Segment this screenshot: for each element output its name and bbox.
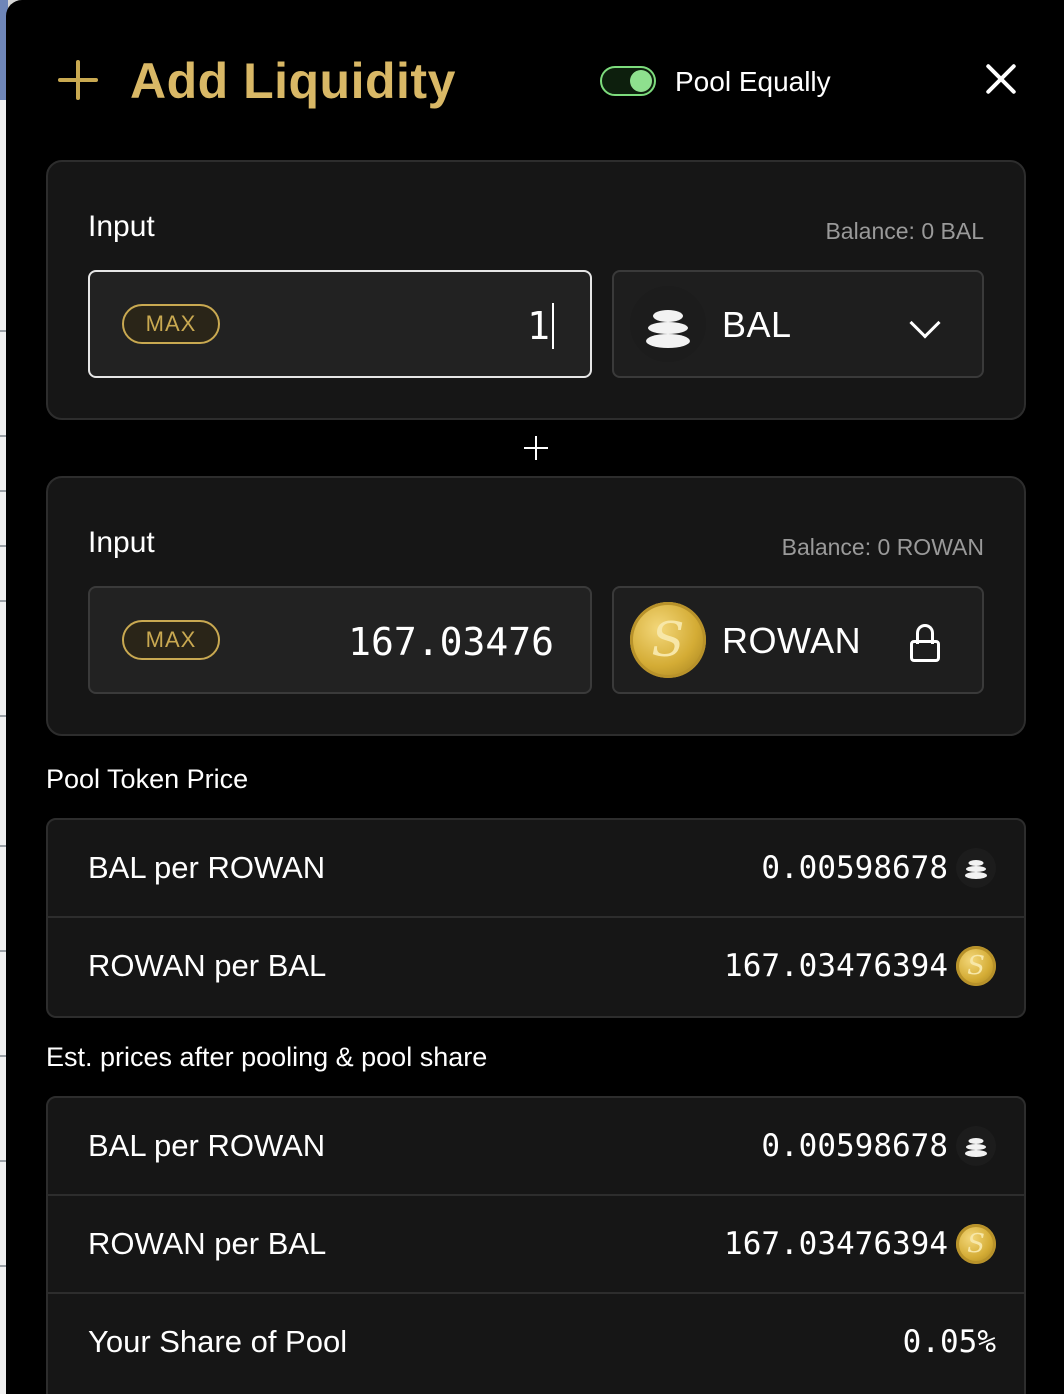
lock-icon [910,624,940,662]
pool-token-price-table: BAL per ROWAN 0.00598678 ROWAN per BAL 1… [46,818,1026,1018]
text-caret [552,302,554,349]
row-value: 167.03476394 [724,948,948,984]
section-title-pool-token-price: Pool Token Price [46,764,249,794]
balancer-token-icon [956,848,996,888]
toggle-knob [630,70,652,92]
pool-equally-label: Pool Equally [675,66,831,97]
est-prices-table: BAL per ROWAN 0.00598678 ROWAN per BAL 1… [46,1096,1026,1394]
balance-text: Balance: 0 ROWAN [781,534,984,560]
input-panel-bal: Input Balance: 0 BAL MAX 1 BAL [46,160,1026,420]
token-name: BAL [722,304,792,345]
row-label: BAL per ROWAN [88,850,326,885]
section-title-est-prices: Est. prices after pooling & pool share [46,1042,488,1072]
input-panel-rowan: Input Balance: 0 ROWAN MAX 167.03476 S R… [46,476,1026,736]
rowan-token-icon: S [956,946,996,986]
amount-value: 1 [527,302,554,349]
max-button[interactable]: MAX [122,620,220,660]
plus-separator-icon [524,436,548,460]
balance-text: Balance: 0 BAL [825,218,984,244]
pool-equally-toggle[interactable] [600,66,656,96]
table-row: ROWAN per BAL 167.03476394 S [48,918,1024,1016]
row-label: ROWAN per BAL [88,948,327,983]
balancer-token-icon [956,1126,996,1166]
input-label: Input [88,210,155,243]
row-label: ROWAN per BAL [88,1226,327,1261]
plus-icon [58,60,98,100]
amount-input-rowan[interactable]: MAX 167.03476 [88,586,592,694]
row-value: 167.03476394 [724,1226,948,1262]
row-value: 0.00598678 [761,850,948,886]
input-label: Input [88,526,155,559]
page-title: Add Liquidity [130,53,456,109]
modal-header: Add Liquidity Pool Equally [6,0,1064,160]
amount-input-bal[interactable]: MAX 1 [88,270,592,378]
chevron-down-icon[interactable] [909,307,941,339]
row-value: 0.00598678 [761,1128,948,1164]
row-label: BAL per ROWAN [88,1128,326,1163]
rowan-token-icon: S [630,602,706,678]
table-row: BAL per ROWAN 0.00598678 [48,1098,1024,1196]
close-icon[interactable] [984,62,1018,96]
table-row: ROWAN per BAL 167.03476394 S [48,1196,1024,1294]
amount-value: 167.03476 [348,620,554,664]
add-liquidity-modal: Add Liquidity Pool Equally Input Balance… [6,0,1064,1394]
row-value: 0.05% [902,1324,996,1360]
table-row: BAL per ROWAN 0.00598678 [48,820,1024,918]
rowan-token-icon: S [956,1224,996,1264]
token-selector-rowan: S ROWAN [612,586,984,694]
token-selector-bal[interactable]: BAL [612,270,984,378]
max-button[interactable]: MAX [122,304,220,344]
row-label: Your Share of Pool [88,1324,348,1359]
table-row: Your Share of Pool 0.05% [48,1294,1024,1392]
balancer-token-icon [630,286,706,362]
token-name: ROWAN [722,620,862,661]
